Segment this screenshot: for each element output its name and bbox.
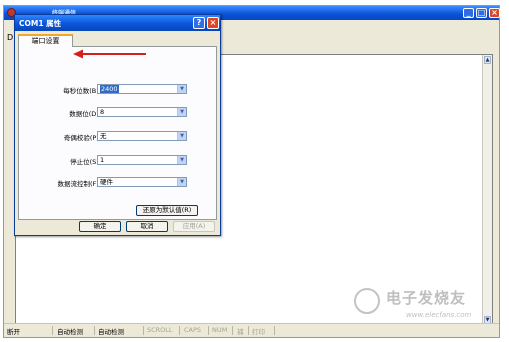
chevron-down-icon[interactable]: ▼ xyxy=(177,156,186,164)
chevron-down-icon[interactable]: ▼ xyxy=(177,132,186,140)
chevron-down-icon[interactable]: ▼ xyxy=(177,85,186,93)
status-connection: 断开 xyxy=(7,328,20,336)
help-button[interactable]: ? xyxy=(193,17,205,29)
flow-control-value: 硬件 xyxy=(100,178,113,186)
status-divider xyxy=(274,326,275,335)
status-divider xyxy=(248,326,249,335)
watermark: 电子发烧友 www.elecfans.com xyxy=(352,286,502,330)
stop-bits-label: 停止位(S): xyxy=(70,158,101,166)
ok-button[interactable]: 确定 xyxy=(79,221,121,232)
status-divider xyxy=(94,326,95,335)
dialog-close-button[interactable]: × xyxy=(207,17,219,29)
watermark-url: www.elecfans.com xyxy=(406,311,472,319)
data-bits-select[interactable]: 8 ▼ xyxy=(97,107,187,117)
chevron-down-icon[interactable]: ▼ xyxy=(177,178,186,186)
status-scroll: SCROLL xyxy=(147,326,173,334)
cancel-button[interactable]: 取消 xyxy=(126,221,168,232)
annotation-arrow-icon xyxy=(73,49,146,59)
stop-bits-select[interactable]: 1 ▼ xyxy=(97,155,187,165)
restore-defaults-button[interactable]: 还原为默认值(R) xyxy=(136,205,198,216)
data-bits-label: 数据位(D): xyxy=(69,110,101,118)
watermark-text: 电子发烧友 xyxy=(386,289,467,307)
port-settings-panel: 每秒位数(B): 2400 ▼ 数据位(D): 8 ▼ 奇偶校验(P): 无 ▼… xyxy=(18,46,217,220)
status-divider xyxy=(208,326,209,335)
status-caps: CAPS xyxy=(184,326,202,334)
baud-rate-value: 2400 xyxy=(100,85,119,93)
tab-port-settings[interactable]: 端口设置 xyxy=(18,34,73,47)
chevron-down-icon[interactable]: ▼ xyxy=(177,108,186,116)
flow-control-select[interactable]: 硬件 ▼ xyxy=(97,177,187,187)
parity-value: 无 xyxy=(100,132,107,140)
status-detect-1: 自动检测 xyxy=(57,328,83,336)
status-num: NUM xyxy=(212,326,228,334)
com-properties-dialog: COM1 属性 ? × 端口设置 每秒位数(B): 2400 ▼ 数据位(D):… xyxy=(14,14,221,236)
watermark-logo-icon xyxy=(354,288,380,314)
minimize-button[interactable]: _ xyxy=(463,8,474,18)
apply-button[interactable]: 应用(A) xyxy=(173,221,215,232)
parity-select[interactable]: 无 ▼ xyxy=(97,131,187,141)
status-divider xyxy=(143,326,144,335)
status-divider xyxy=(232,326,233,335)
data-bits-value: 8 xyxy=(100,108,105,116)
vertical-scrollbar[interactable]: ▲ ▼ xyxy=(482,55,492,325)
status-capture: 捕 xyxy=(237,328,244,336)
status-divider xyxy=(179,326,180,335)
maximize-button[interactable]: □ xyxy=(476,8,487,18)
toolbar-item[interactable]: D xyxy=(7,33,13,42)
scroll-up-icon[interactable]: ▲ xyxy=(484,56,491,64)
stop-bits-value: 1 xyxy=(100,156,105,164)
dialog-title-bar[interactable]: COM1 属性 ? × xyxy=(15,15,220,31)
status-detect-2: 自动检测 xyxy=(98,328,124,336)
flow-control-label: 数据流控制(F): xyxy=(57,180,101,188)
status-print: 打印 xyxy=(252,328,265,336)
dialog-title: COM1 属性 xyxy=(19,19,62,28)
close-button[interactable]: × xyxy=(489,8,500,18)
baud-rate-label: 每秒位数(B): xyxy=(63,87,101,95)
parity-label: 奇偶校验(P): xyxy=(63,134,101,142)
status-divider xyxy=(52,326,53,335)
baud-rate-select[interactable]: 2400 ▼ xyxy=(97,84,187,94)
